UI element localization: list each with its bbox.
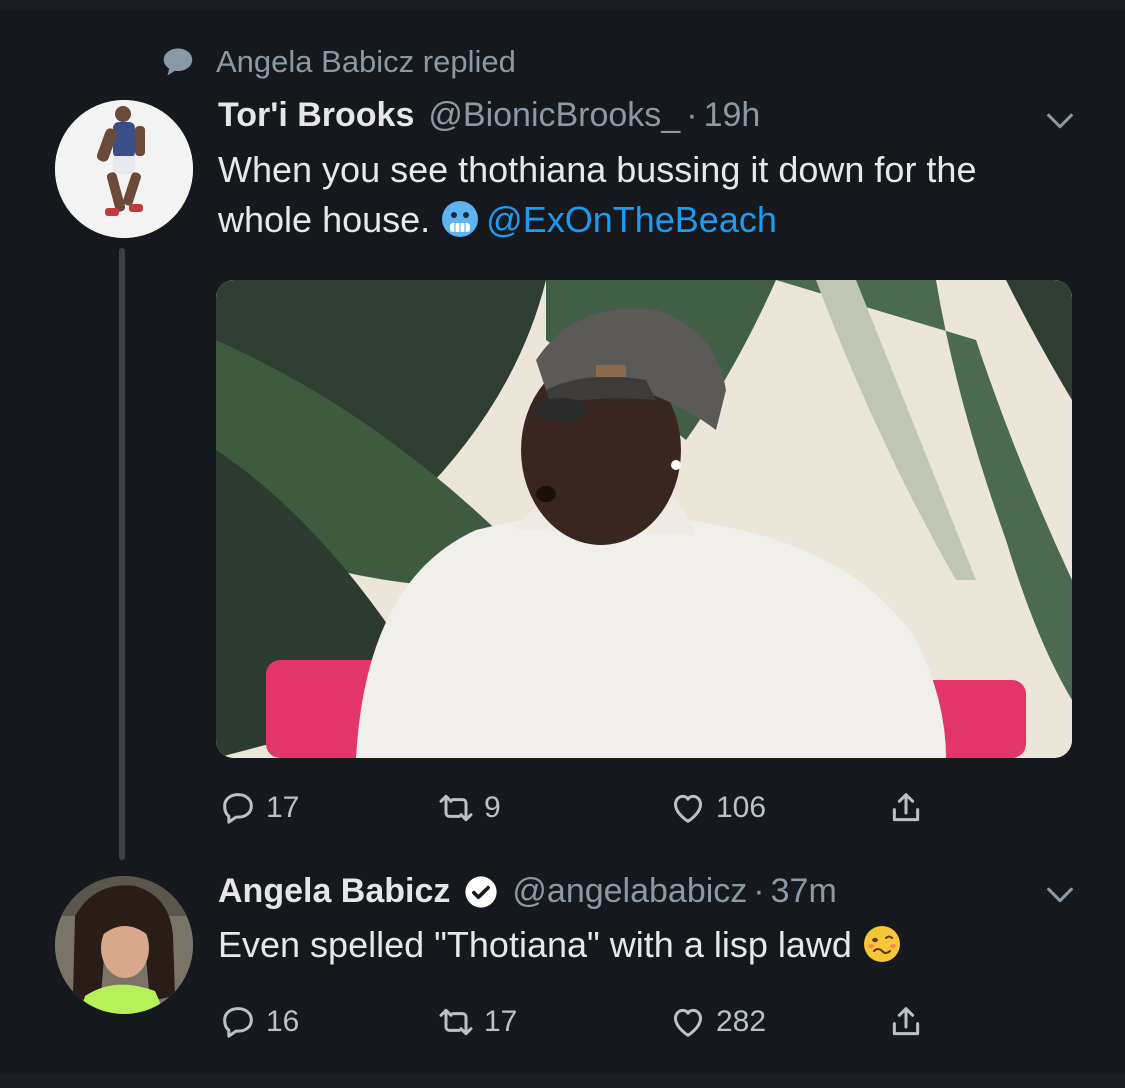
speech-bubble-icon	[163, 48, 193, 76]
share-button[interactable]	[886, 1002, 926, 1042]
retweet-count: 17	[484, 1005, 518, 1038]
tweet-media-image[interactable]	[216, 280, 1072, 758]
top-divider	[0, 0, 1125, 10]
reply-icon	[223, 793, 253, 824]
separator-dot: ·	[753, 872, 765, 910]
media-photo	[216, 280, 1072, 758]
woozy-face-emoji	[863, 926, 900, 962]
retweet-icon	[439, 1008, 473, 1036]
tweet-header: Tor'i Brooks @BionicBrooks_ · 19h	[218, 96, 760, 135]
avatar-image	[55, 100, 193, 238]
tweet-text: When you see thothiana bussing it down f…	[218, 145, 1058, 245]
heart-icon	[674, 1008, 702, 1037]
reply-count: 17	[266, 791, 300, 824]
like-count: 282	[716, 1005, 767, 1038]
display-name[interactable]: Tor'i Brooks	[218, 96, 414, 135]
thread-connector-line	[119, 248, 125, 860]
retweet-button[interactable]: 9	[436, 788, 501, 828]
retweet-count: 9	[484, 791, 501, 824]
bottom-divider	[0, 1074, 1125, 1088]
cold-face-emoji	[442, 201, 479, 237]
tweet-actions: 16 17 282	[218, 1002, 978, 1052]
reply-icon	[223, 1007, 253, 1038]
tweet-actions: 17 9 106	[218, 788, 978, 838]
share-icon	[892, 1007, 920, 1036]
share-icon	[892, 793, 920, 822]
verified-badge-icon	[465, 875, 497, 908]
tweet-body: Even spelled "Thotiana" with a lisp lawd	[218, 924, 852, 965]
separator-dot: ·	[686, 96, 698, 134]
like-count: 106	[716, 791, 767, 824]
avatar[interactable]	[55, 876, 193, 1014]
like-button[interactable]: 106	[668, 788, 766, 828]
chevron-down-icon[interactable]	[1043, 878, 1077, 912]
like-button[interactable]: 282	[668, 1002, 766, 1042]
tweet-text: Even spelled "Thotiana" with a lisp lawd	[218, 920, 1058, 970]
chevron-down-icon[interactable]	[1043, 104, 1077, 138]
share-button[interactable]	[886, 788, 926, 828]
retweet-icon	[439, 794, 473, 822]
avatar[interactable]	[55, 100, 193, 238]
reply-button[interactable]: 17	[218, 788, 299, 828]
user-handle[interactable]: @angelababicz	[512, 872, 747, 911]
reply-context: Angela Babicz replied	[160, 40, 516, 84]
user-handle[interactable]: @BionicBrooks_	[428, 96, 680, 135]
reply-button[interactable]: 16	[218, 1002, 299, 1042]
timestamp[interactable]: 37m	[771, 872, 837, 911]
reply-count: 16	[266, 1005, 300, 1038]
timestamp[interactable]: 19h	[704, 96, 761, 135]
reply-context-label: Angela Babicz replied	[216, 44, 516, 79]
avatar-image	[55, 876, 193, 1014]
tweet-header: Angela Babicz @angelababicz · 37m	[218, 872, 837, 911]
heart-icon	[674, 794, 702, 823]
retweet-button[interactable]: 17	[436, 1002, 517, 1042]
mention-link[interactable]: @ExOnTheBeach	[486, 199, 777, 240]
display-name[interactable]: Angela Babicz	[218, 872, 450, 911]
